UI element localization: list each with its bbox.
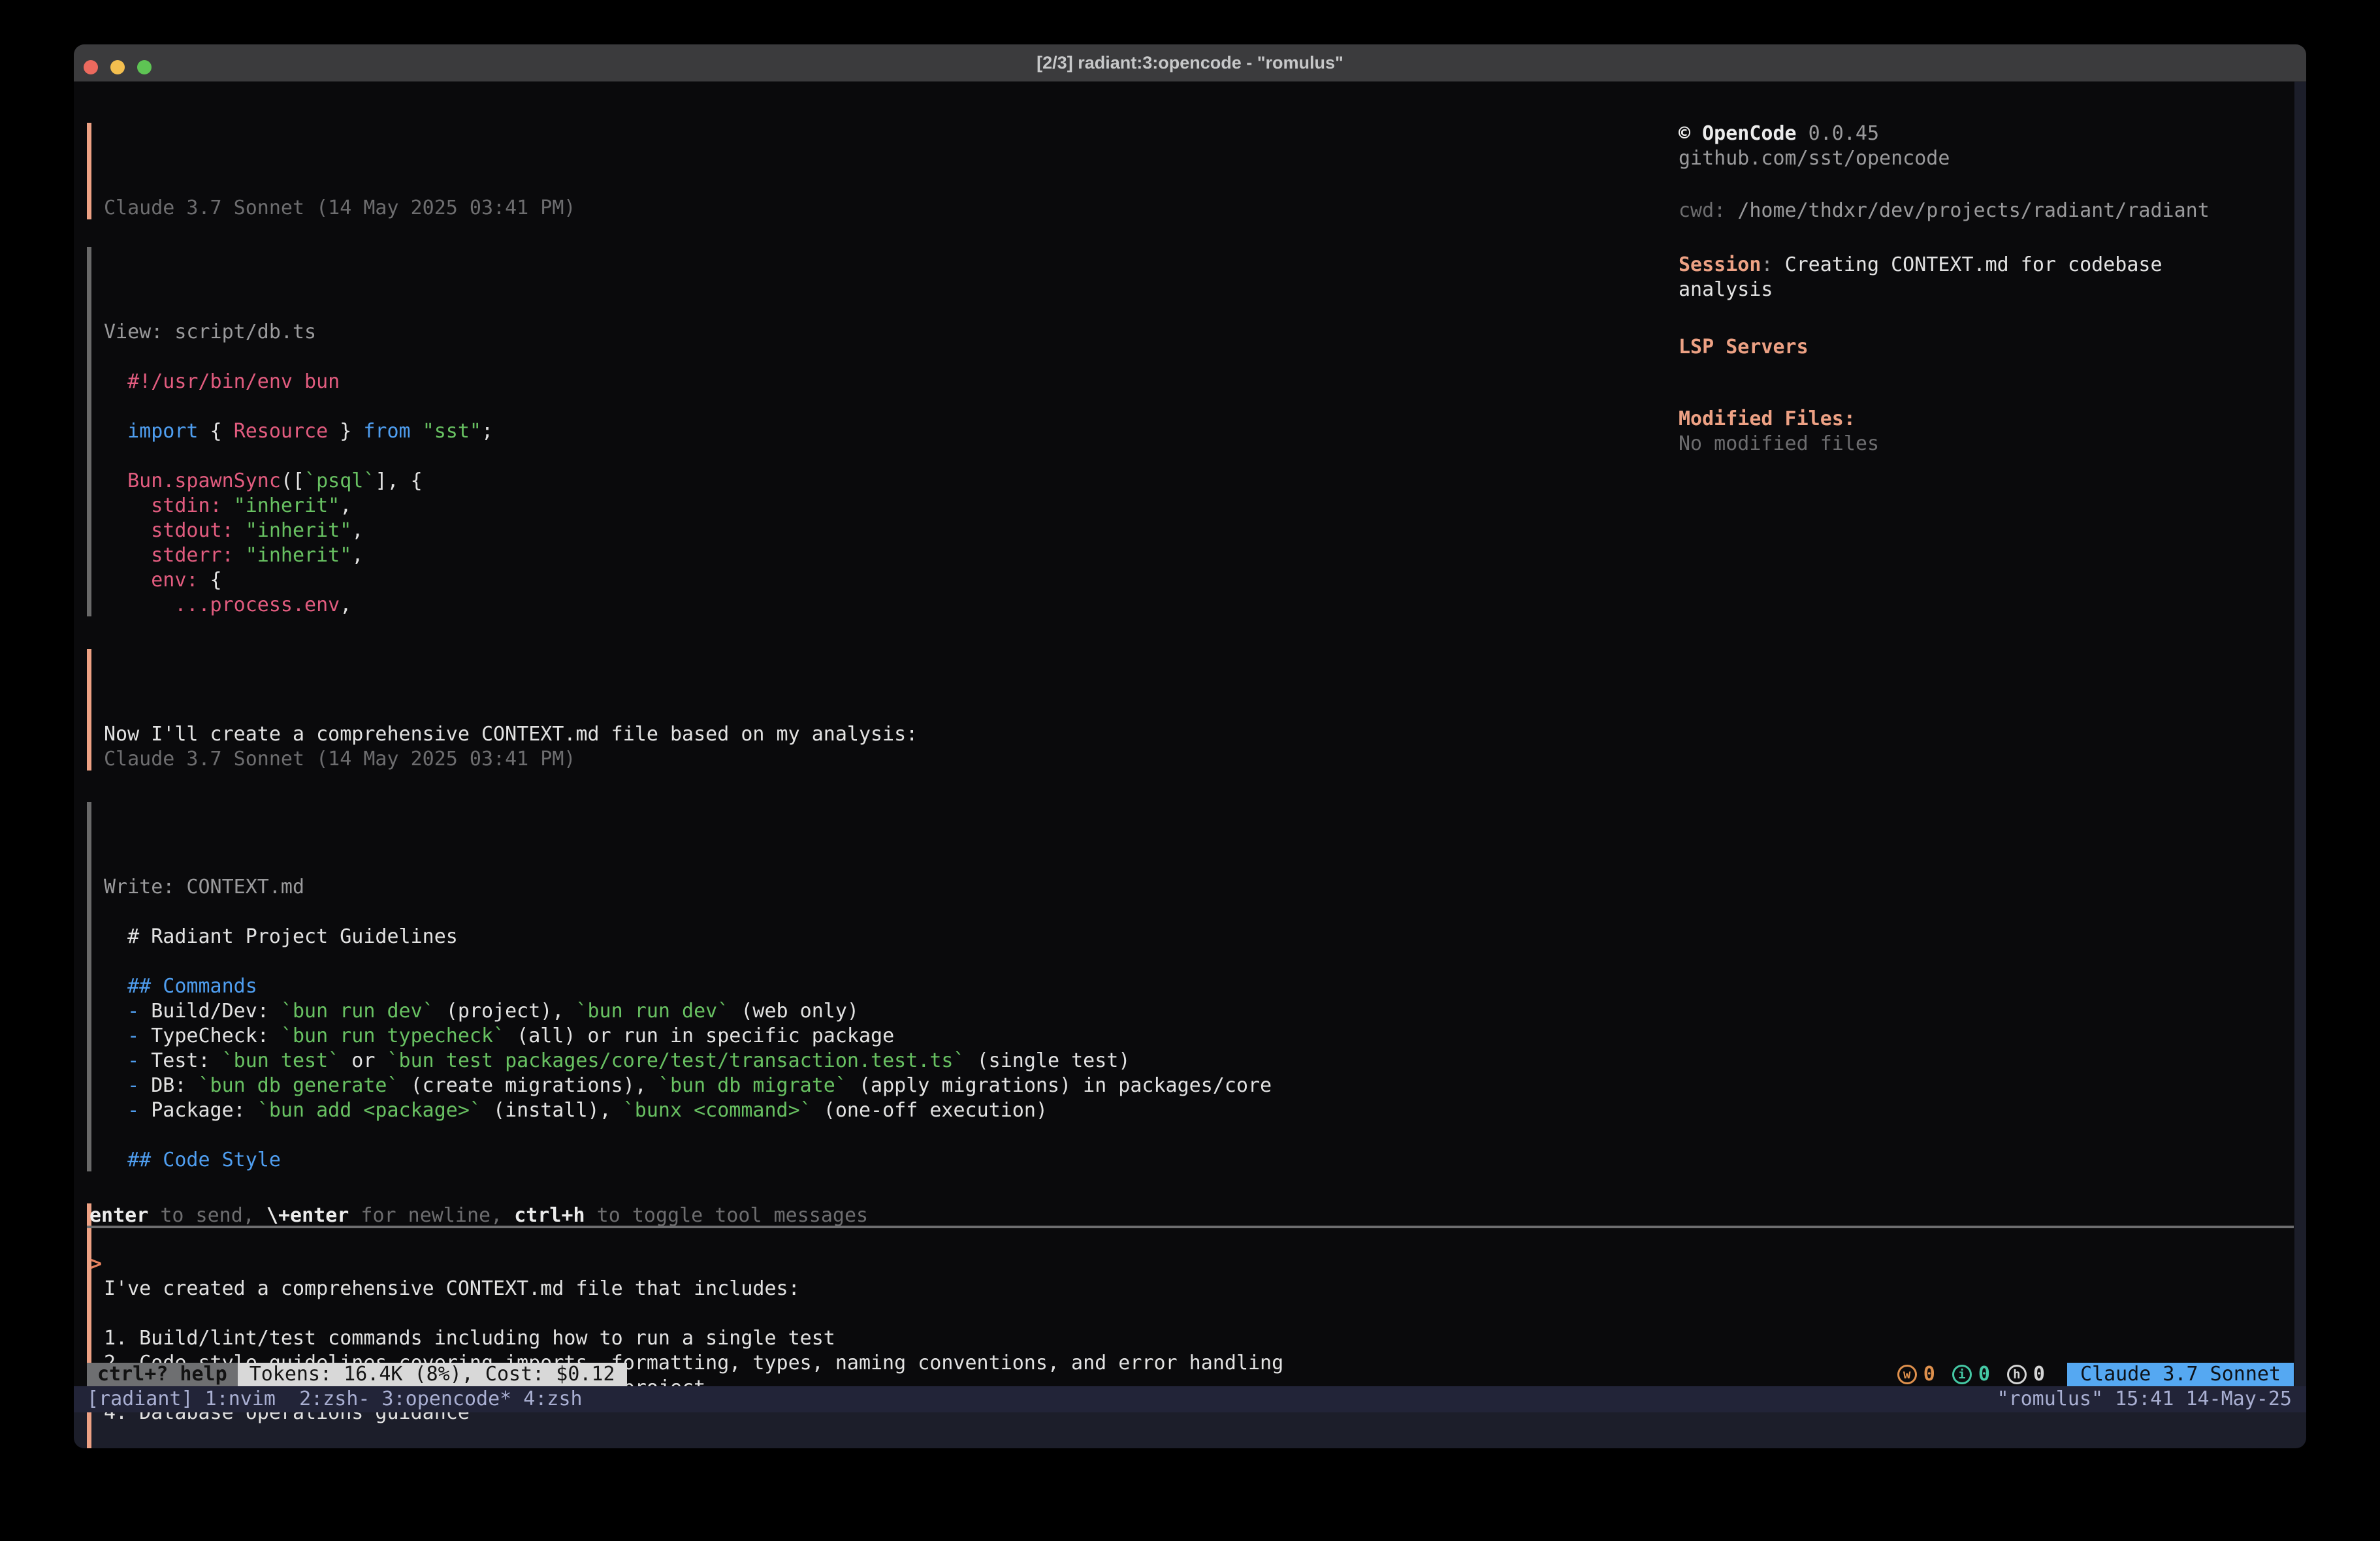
text-line: - Test: `bun test` or `bun test packages…: [104, 1049, 1654, 1073]
text-line: - Build/Dev: `bun run dev` (project), `b…: [104, 999, 1654, 1024]
minimize-button-icon[interactable]: [110, 60, 125, 74]
diagnostic-count: 0: [2033, 1362, 2045, 1387]
text-segment: for newline,: [349, 1204, 514, 1227]
text-line: # Radiant Project Guidelines: [104, 925, 1654, 949]
text-segment: to toggle tool messages: [585, 1204, 868, 1227]
sidebar-app-info: © OpenCode 0.0.45github.com/sst/opencode: [1679, 121, 2292, 171]
text-line: github.com/sst/opencode: [1679, 146, 2292, 171]
traffic-lights: [84, 60, 152, 74]
sidebar-cwd: cwd: /home/thdxr/dev/projects/radiant/ra…: [1679, 199, 2292, 223]
model-chip[interactable]: Claude 3.7 Sonnet: [2067, 1363, 2294, 1386]
text-line: [104, 1123, 1654, 1148]
tool-block-view-file: View: script/db.ts #!/usr/bin/env bun im…: [87, 246, 1654, 618]
tmux-window-list[interactable]: [radiant] 1:nvim 2:zsh- 3:opencode* 4:zs…: [87, 1386, 583, 1412]
info-count: i0: [1952, 1362, 1990, 1387]
text-line: analysis: [1679, 278, 2292, 302]
tool-block-write-file: Write: CONTEXT.md # Radiant Project Guid…: [87, 801, 1654, 1173]
text-line: Modified Files:: [1679, 407, 2292, 432]
status-bar-right: w0i0h0 Claude 3.7 Sonnet: [1897, 1362, 2294, 1387]
text-line: I've created a comprehensive CONTEXT.md …: [104, 1277, 1654, 1301]
text-segment: to send,: [148, 1204, 266, 1227]
i-circled-icon: i: [1952, 1365, 1972, 1384]
sidebar-lsp-servers: LSP Servers: [1679, 335, 2292, 360]
desktop: { "window": { "title": "[2/3] radiant:3:…: [0, 0, 2380, 1541]
keybinding-help-line: enter to send, \+enter for newline, ctrl…: [89, 1203, 868, 1228]
terminal-right-padding: [2294, 82, 2306, 1386]
text-line: Claude 3.7 Sonnet (14 May 2025 03:41 PM): [104, 196, 1654, 221]
text-segment: ctrl+h: [514, 1204, 585, 1227]
text-line: © OpenCode 0.0.45: [1679, 121, 2292, 146]
text-line: env: {: [104, 568, 1654, 593]
help-shortcut-chip[interactable]: ctrl+? help: [87, 1363, 238, 1386]
text-line: [104, 1425, 1654, 1448]
text-line: Bun.spawnSync([`psql`], {: [104, 469, 1654, 494]
message-input[interactable]: >: [90, 1252, 102, 1277]
tmux-session-clock: "romulus" 15:41 14-May-25: [1997, 1386, 2292, 1412]
sidebar-modified-files: Modified Files:No modified files: [1679, 407, 2292, 456]
tmux-status-bar: [radiant] 1:nvim 2:zsh- 3:opencode* 4:zs…: [74, 1386, 2306, 1412]
text-line: Now I'll create a comprehensive CONTEXT.…: [104, 722, 1654, 747]
text-line: stderr: "inherit",: [104, 543, 1654, 568]
tool-accent-bar: [87, 802, 91, 1171]
input-divider: [87, 1226, 2294, 1228]
text-line: [104, 394, 1654, 419]
hints-count: h0: [2007, 1362, 2045, 1387]
text-line: ...process.env,: [104, 593, 1654, 618]
status-bar: ctrl+? help Tokens: 16.4K (8%), Cost: $0…: [87, 1363, 2294, 1386]
sidebar-session: Session: Creating CONTEXT.md for codebas…: [1679, 253, 2292, 302]
prompt-caret: >: [90, 1252, 102, 1275]
text-line: import { Resource } from "sst";: [104, 419, 1654, 444]
maximize-button-icon[interactable]: [137, 60, 152, 74]
text-line: [104, 949, 1654, 974]
close-button-icon[interactable]: [84, 60, 98, 74]
message-accent-bar: [87, 123, 91, 219]
text-segment: \+enter: [266, 1204, 349, 1227]
text-line: - TypeCheck: `bun run typecheck` (all) o…: [104, 1024, 1654, 1049]
text-line: No modified files: [1679, 432, 2292, 456]
text-line: - Package: `bun add <package>` (install)…: [104, 1098, 1654, 1123]
text-line: [104, 1301, 1654, 1326]
text-line: ## Code Style: [104, 1148, 1654, 1173]
text-line: View: script/db.ts: [104, 320, 1654, 345]
text-line: 1. Build/lint/test commands including ho…: [104, 1326, 1654, 1351]
text-line: ## Commands: [104, 974, 1654, 999]
text-line: cwd: /home/thdxr/dev/projects/radiant/ra…: [1679, 199, 2292, 223]
text-line: Claude 3.7 Sonnet (14 May 2025 03:41 PM): [104, 747, 1654, 772]
diagnostic-count: 0: [1923, 1362, 1935, 1387]
text-line: LSP Servers: [1679, 335, 2292, 360]
window-titlebar[interactable]: [2/3] radiant:3:opencode - "romulus": [74, 44, 2306, 82]
text-line: Write: CONTEXT.md: [104, 875, 1654, 900]
message-block-assistant-header: Claude 3.7 Sonnet (14 May 2025 03:41 PM): [87, 121, 1654, 221]
diagnostic-count: 0: [1978, 1362, 1990, 1387]
h-circled-icon: h: [2007, 1365, 2027, 1384]
text-line: stdout: "inherit",: [104, 518, 1654, 543]
text-line: [104, 444, 1654, 469]
text-line: - DB: `bun db generate` (create migratio…: [104, 1073, 1654, 1098]
tokens-cost-chip: Tokens: 16.4K (8%), Cost: $0.12: [238, 1363, 627, 1386]
message-block-assistant-text: Now I'll create a comprehensive CONTEXT.…: [87, 648, 1654, 772]
text-line: #!/usr/bin/env bun: [104, 370, 1654, 394]
text-line: [104, 345, 1654, 370]
warnings-count: w0: [1897, 1362, 1935, 1387]
text-segment: enter: [89, 1204, 148, 1227]
text-line: stdin: "inherit",: [104, 494, 1654, 518]
message-accent-bar: [87, 649, 91, 770]
diagnostics-group: w0i0h0: [1897, 1362, 2045, 1387]
terminal-window: [2/3] radiant:3:opencode - "romulus" Cla…: [74, 44, 2306, 1448]
w-circled-icon: w: [1897, 1365, 1917, 1384]
tool-accent-bar: [87, 247, 91, 616]
chat-messages-area[interactable]: Claude 3.7 Sonnet (14 May 2025 03:41 PM)…: [87, 121, 1654, 1448]
window-title: [2/3] radiant:3:opencode - "romulus": [1037, 50, 1343, 75]
text-line: [104, 900, 1654, 925]
text-line: Session: Creating CONTEXT.md for codebas…: [1679, 253, 2292, 278]
